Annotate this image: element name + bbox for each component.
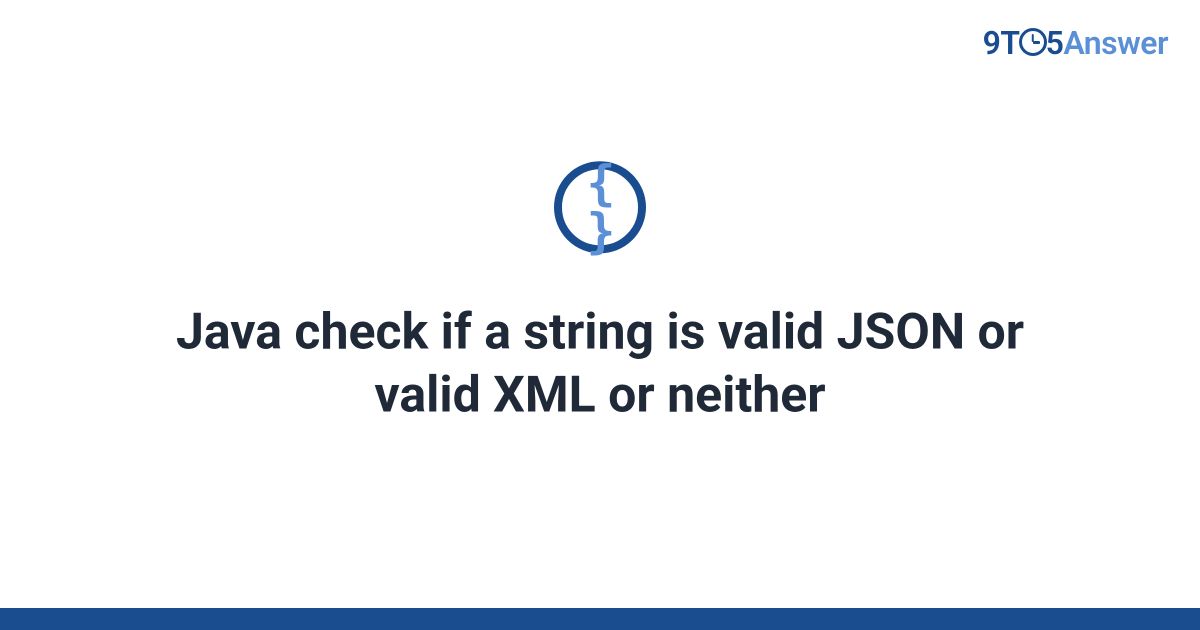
page-title: Java check if a string is valid JSON or … (140, 301, 1060, 426)
site-logo: 9T 5Answer (983, 24, 1168, 62)
footer-bar (0, 608, 1200, 630)
code-braces-icon: { } (562, 159, 638, 255)
clock-icon (1019, 28, 1047, 56)
logo-text-answer: Answer (1063, 24, 1168, 62)
topic-icon-circle: { } (554, 161, 646, 253)
main-content: { } Java check if a string is valid JSON… (0, 161, 1200, 426)
logo-text-9t: 9T (983, 24, 1020, 62)
logo-text-5: 5 (1046, 24, 1064, 62)
